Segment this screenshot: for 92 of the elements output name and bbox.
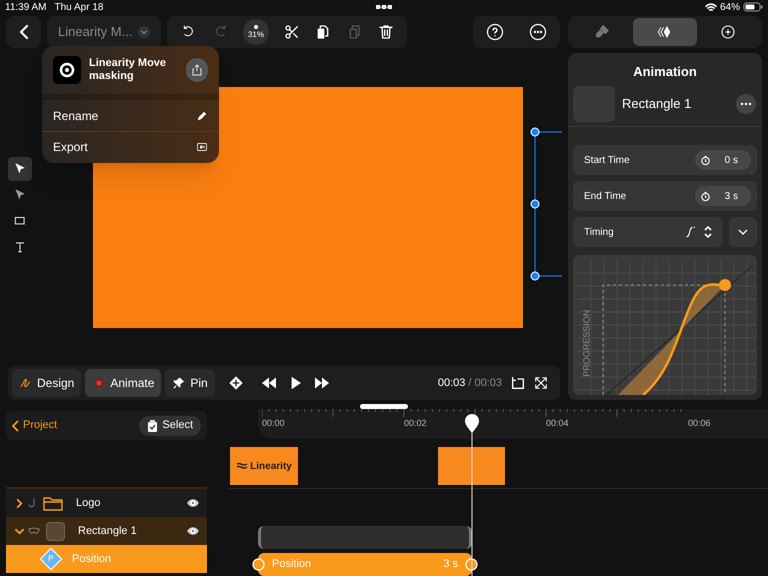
record-icon	[92, 376, 106, 390]
layer-name: Logo	[76, 496, 100, 511]
keyframe-icon[interactable]	[228, 375, 244, 391]
layer-name: Rectangle 1	[622, 95, 692, 114]
zoom-button[interactable]: 31%	[243, 19, 269, 45]
status-time: 11:39 AM	[5, 0, 47, 14]
keyframes-icon	[656, 24, 673, 40]
battery-percent: 64%	[720, 0, 740, 14]
fast-forward-icon[interactable]	[312, 376, 331, 390]
ruler-label: 00:02	[404, 417, 427, 430]
track-duration: 3 s	[443, 557, 458, 572]
chevron-right-icon[interactable]	[15, 498, 24, 508]
pin-icon	[172, 376, 186, 390]
share-icon	[190, 64, 203, 76]
total-time: / 00:03	[468, 376, 502, 391]
help-icon[interactable]	[486, 23, 504, 41]
time-input[interactable]: 0 s	[695, 150, 751, 170]
add-icon	[720, 24, 736, 40]
menu-item[interactable]: Rename	[42, 100, 219, 131]
design-mode-button[interactable]: Design	[12, 369, 82, 397]
field-label: Start Time	[584, 154, 630, 168]
graph-axis-label: PROGRESSION	[580, 308, 592, 377]
more-icon[interactable]	[529, 23, 548, 41]
layer-more-button[interactable]	[736, 94, 756, 114]
keyframe-marker[interactable]	[252, 558, 265, 571]
clipboard-icon	[147, 420, 158, 432]
layer-row[interactable]: Rectangle 1	[6, 517, 207, 545]
app-logo-icon	[53, 56, 81, 84]
battery-icon	[743, 2, 763, 12]
playhead[interactable]	[464, 413, 480, 576]
field-label: End Time	[584, 190, 626, 204]
chevron-down-icon[interactable]	[15, 526, 24, 536]
duplicate-icon[interactable]	[315, 24, 332, 40]
up-down-icon	[703, 225, 713, 239]
shape-clip	[438, 447, 505, 485]
time-value: 3 s	[724, 190, 738, 204]
chevron-down-icon	[138, 26, 150, 38]
timer-icon	[700, 154, 711, 166]
direct-select-tool-icon	[13, 188, 27, 202]
drag-handle[interactable]	[360, 404, 408, 409]
wave-icon	[236, 462, 248, 470]
ruler-label: 00:06	[688, 417, 711, 430]
eye-icon[interactable]	[186, 498, 200, 508]
mask-icon	[28, 527, 40, 535]
fullscreen-icon[interactable]	[534, 376, 548, 390]
layer-thumbnail	[46, 522, 65, 540]
ruler-label: 00:04	[546, 417, 569, 430]
pencil-icon	[196, 110, 208, 122]
multitasking-icon	[376, 5, 392, 9]
pin-mode-button[interactable]: Pin	[165, 369, 215, 397]
layer-row[interactable]: Logo	[6, 489, 207, 517]
document-name: Linearity Move masking	[89, 57, 168, 83]
status-date: Thu Apr 18	[54, 0, 104, 14]
time-ruler[interactable]	[258, 409, 768, 439]
current-time: 00:03	[438, 376, 466, 391]
select-button[interactable]: Select	[139, 416, 201, 436]
chevron-left-icon	[12, 420, 20, 432]
menu-item[interactable]: Export	[42, 131, 219, 162]
loop-icon[interactable]	[510, 375, 526, 391]
expand-button[interactable]	[729, 217, 757, 247]
layer-name: Rectangle 1	[78, 524, 137, 539]
layer-name: Position	[72, 552, 112, 567]
animate-mode-button[interactable]: Animate	[85, 369, 162, 397]
scissors-icon[interactable]	[284, 24, 300, 40]
trash-icon[interactable]	[378, 24, 394, 40]
text-tool-icon	[13, 240, 27, 254]
rewind-icon[interactable]	[260, 376, 278, 390]
document-title-button[interactable]: Linearity M...	[47, 16, 161, 48]
more-icon	[740, 102, 752, 106]
timing-dropdown[interactable]: Timing	[573, 217, 723, 247]
keyframe-marker[interactable]	[465, 558, 478, 571]
back-button[interactable]	[6, 16, 41, 48]
brush-icon	[594, 24, 610, 40]
arrow-tool[interactable]	[8, 157, 32, 181]
squiggle-icon	[19, 376, 33, 390]
play-icon[interactable]	[288, 376, 302, 390]
video-icon	[196, 141, 208, 153]
timer-icon	[700, 190, 711, 202]
project-back-link[interactable]: Project	[12, 417, 58, 434]
time-value: 0 s	[724, 154, 738, 168]
share-button[interactable]	[186, 58, 208, 82]
ruler-label: 00:00	[262, 417, 285, 430]
keyframes-tab[interactable]	[633, 18, 697, 46]
track-label: Position	[272, 557, 312, 572]
folder-icon	[43, 495, 63, 511]
arrow-tool-icon	[13, 162, 27, 176]
time-input[interactable]: 3 s	[695, 186, 751, 206]
eye-icon[interactable]	[186, 526, 200, 536]
clip-label: Linearity	[250, 460, 292, 474]
panel-title: Animation	[632, 63, 698, 78]
wifi-icon	[704, 2, 717, 12]
icon-letter: P	[48, 553, 54, 565]
